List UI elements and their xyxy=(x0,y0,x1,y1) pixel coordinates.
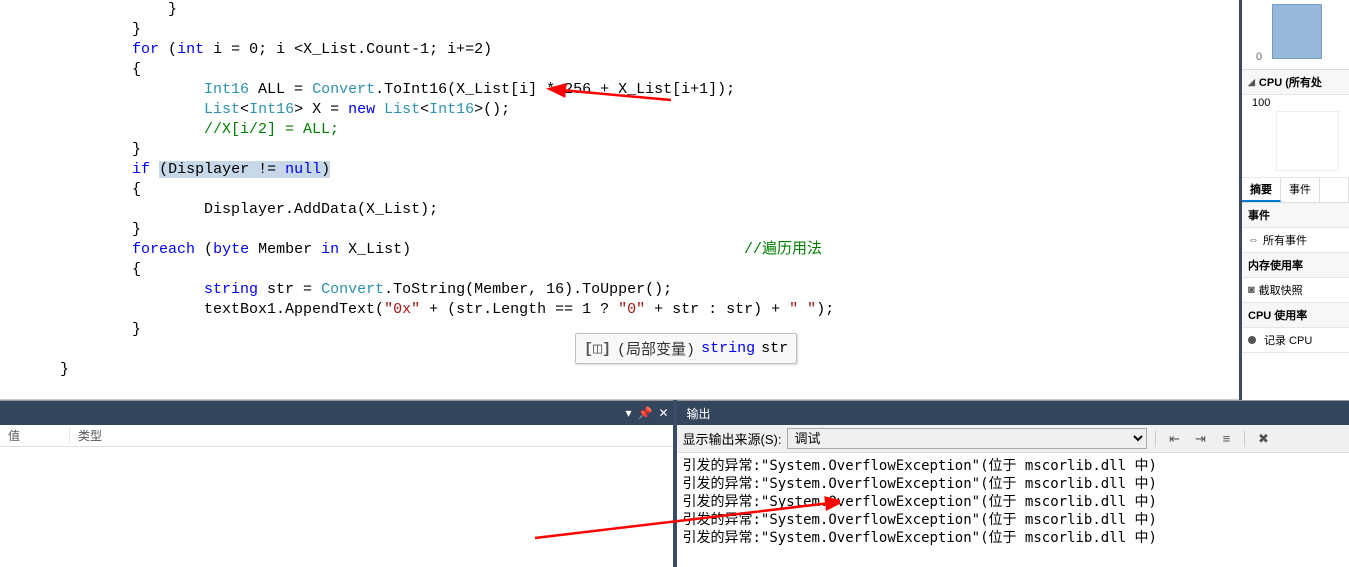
pin-icon[interactable]: 📌 xyxy=(637,406,652,420)
output-line: 引发的异常:"System.OverflowException"(位于 msco… xyxy=(683,475,1344,493)
code-line[interactable]: //X[i/2] = ALL; xyxy=(24,120,1349,140)
cpu-section-header[interactable]: ◢ CPU (所有处 xyxy=(1242,70,1349,95)
close-icon[interactable]: ✕ xyxy=(658,406,668,420)
code-line[interactable]: List<Int16> X = new List<Int16>(); xyxy=(24,100,1349,120)
code-line[interactable]: { xyxy=(24,260,1349,280)
code-line[interactable]: Displayer.AddData(X_List); xyxy=(24,200,1349,220)
output-line: 引发的异常:"System.OverflowException"(位于 msco… xyxy=(683,511,1344,529)
record-icon xyxy=(1248,336,1256,344)
code-line[interactable]: } xyxy=(24,20,1349,40)
code-line[interactable]: { xyxy=(24,60,1349,80)
local-variable-icon: [◫] xyxy=(584,339,611,358)
code-line[interactable]: { xyxy=(24,180,1349,200)
code-line[interactable]: } xyxy=(24,140,1349,160)
column-value[interactable]: 值 xyxy=(0,427,70,444)
code-editor[interactable]: } } for (int i = 0; i <X_List.Count-1; i… xyxy=(0,0,1349,400)
y-axis-100: 100 xyxy=(1252,97,1270,109)
cpu-chart xyxy=(1276,111,1339,171)
output-text[interactable]: 引发的异常:"System.OverflowException"(位于 msco… xyxy=(677,453,1349,567)
cpu-usage-header[interactable]: CPU 使用率 xyxy=(1242,303,1349,328)
tab-summary[interactable]: 摘要 xyxy=(1242,178,1281,202)
code-line[interactable]: for (int i = 0; i <X_List.Count-1; i+=2) xyxy=(24,40,1349,60)
code-line[interactable]: string str = Convert.ToString(Member, 16… xyxy=(24,280,1349,300)
take-snapshot-link[interactable]: ◙ 截取快照 xyxy=(1242,278,1349,303)
tooltip-type: string xyxy=(701,340,755,357)
code-line[interactable]: Int16 ALL = Convert.ToInt16(X_List[i] * … xyxy=(24,80,1349,100)
tab-events[interactable]: 事件 xyxy=(1281,178,1320,202)
output-titlebar: 输出 xyxy=(677,401,1349,425)
tooltip-scope-label: (局部变量) xyxy=(617,338,695,359)
locals-titlebar: ▾ 📌 ✕ xyxy=(0,401,673,425)
camera-icon: ◙ xyxy=(1248,284,1255,296)
code-line[interactable]: foreach (byte Member in X_List)//遍历用法 xyxy=(24,240,1349,260)
axis-zero-label: 0 xyxy=(1256,51,1262,63)
prev-icon[interactable]: ⇤ xyxy=(1164,430,1184,448)
output-line: 引发的异常:"System.OverflowException"(位于 msco… xyxy=(683,457,1344,475)
next-icon[interactable]: ⇥ xyxy=(1190,430,1210,448)
intellisense-tooltip: [◫] (局部变量) string str xyxy=(575,333,797,364)
diagnostics-panel: 0 ◢ CPU (所有处 100 摘要 事件 事件 ⇔ 所有事件 内存使用率 ◙… xyxy=(1239,0,1349,400)
output-line: 引发的异常:"System.OverflowException"(位于 msco… xyxy=(683,493,1344,511)
all-events-link[interactable]: ⇔ 所有事件 xyxy=(1242,228,1349,253)
code-line[interactable]: } xyxy=(24,220,1349,240)
code-line[interactable]: textBox1.AppendText("0x" + (str.Length =… xyxy=(24,300,1349,320)
memory-usage-header[interactable]: 内存使用率 xyxy=(1242,253,1349,278)
align-icon[interactable]: ≡ xyxy=(1216,430,1236,448)
output-title: 输出 xyxy=(681,405,711,422)
locals-panel: ▾ 📌 ✕ 值 类型 xyxy=(0,400,673,567)
record-cpu-link[interactable]: 记录 CPU xyxy=(1242,328,1349,353)
tooltip-name: str xyxy=(761,340,788,357)
chart-bar xyxy=(1272,4,1322,59)
collapse-icon: ◢ xyxy=(1248,77,1255,88)
output-panel: 输出 显示输出来源(S): 调试 ⇤ ⇥ ≡ ✖ 引发的异常:"System.O… xyxy=(677,400,1349,567)
code-line[interactable]: if (Displayer != null) xyxy=(24,160,1349,180)
column-type[interactable]: 类型 xyxy=(70,427,102,444)
link-icon: ⇔ xyxy=(1248,234,1259,246)
code-line[interactable]: } xyxy=(24,0,1349,20)
events-header[interactable]: 事件 xyxy=(1242,203,1349,228)
output-source-label: 显示输出来源(S): xyxy=(683,429,782,448)
dropdown-icon[interactable]: ▾ xyxy=(625,406,631,420)
output-line: 引发的异常:"System.OverflowException"(位于 msco… xyxy=(683,529,1344,547)
output-source-select[interactable]: 调试 xyxy=(787,428,1147,449)
locals-columns: 值 类型 xyxy=(0,425,673,447)
clear-icon[interactable]: ✖ xyxy=(1253,430,1273,448)
